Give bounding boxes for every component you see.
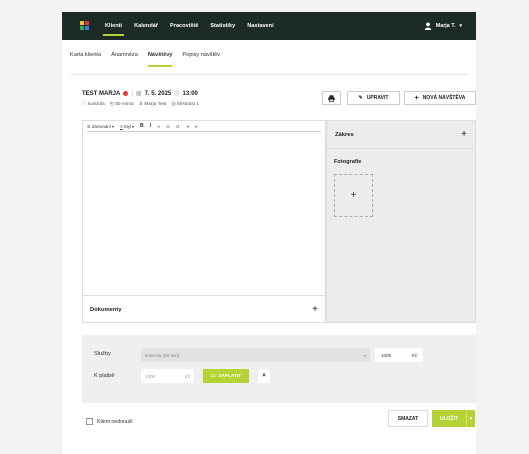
- cash-icon: ▭: [210, 373, 216, 379]
- billing-section: Služby kontrola (50 min) ▾ 1000 Kč K pla…: [82, 335, 476, 403]
- tab-anamneza[interactable]: Anamnéza: [111, 52, 138, 67]
- outdent-icon[interactable]: ⇤: [195, 124, 199, 129]
- visit-title: TEST MARJA | ▦ 7. 5. 2025 ◷ 13:00: [82, 90, 198, 98]
- bullet-list-icon[interactable]: ☷: [166, 124, 170, 129]
- bold-button[interactable]: B: [140, 123, 144, 129]
- chevron-down-icon: ▾: [363, 352, 366, 358]
- edit-button[interactable]: ✎ UPRAVIT: [347, 91, 400, 105]
- nav-item-kalendar[interactable]: Kalendář: [132, 12, 160, 40]
- location-icon: ◎: [171, 102, 176, 107]
- price-currency: Kč: [411, 352, 417, 358]
- visit-meta: ♡ kontrola ◴ 50 minut ♙ Marja Test ◎ Mís…: [82, 102, 199, 107]
- save-options-chevron-icon[interactable]: ▾: [466, 410, 475, 427]
- visit-type: kontrola: [87, 102, 105, 107]
- app-logo[interactable]: [80, 21, 90, 31]
- duration-icon: ◴: [109, 102, 114, 107]
- indent-icon[interactable]: ⇥: [186, 124, 190, 129]
- visit-staff: Marja Test: [144, 102, 167, 107]
- visit-room: Místnost 1: [176, 102, 200, 107]
- italic-button[interactable]: I: [150, 123, 151, 129]
- divider: |: [131, 90, 133, 97]
- to-pay-value: 1000: [145, 373, 156, 379]
- client-tabs: Karta klienta Anamnéza Návštěvy Popisy n…: [70, 52, 220, 67]
- price-input[interactable]: 1000 Kč: [375, 348, 423, 362]
- service-select[interactable]: kontrola (50 min) ▾: [141, 348, 370, 362]
- user-icon: [424, 22, 431, 30]
- to-pay-currency: Kč: [184, 373, 190, 379]
- no-show-label: Klient nedorazil: [97, 418, 133, 425]
- pay-button[interactable]: ▭ ZAPLATIT: [203, 369, 249, 383]
- style-dropdown[interactable]: A Styl ▾: [120, 124, 134, 129]
- plus-icon: +: [350, 190, 357, 201]
- clock-icon: ◷: [174, 91, 180, 97]
- add-document-button[interactable]: +: [312, 304, 318, 315]
- nav-item-klienti[interactable]: Klienti: [103, 12, 125, 40]
- user-menu[interactable]: Marja T. ▾: [424, 12, 462, 40]
- top-navigation: Klienti Kalendář Pracoviště Statistiky N…: [62, 12, 476, 40]
- editor-toolbar: ☰ Zarovnání ▾ A Styl ▾ B I ∞ ☷ ☷ ⇥ ⇤: [87, 121, 321, 132]
- add-photo-button[interactable]: +: [334, 174, 373, 217]
- visit-duration: 50 minut: [115, 102, 134, 107]
- edit-label: UPRAVIT: [366, 95, 389, 101]
- tab-divider: [70, 74, 468, 75]
- service-value: kontrola (50 min): [145, 352, 180, 358]
- main-content: Karta klienta Anamnéza Návštěvy Popisy n…: [62, 40, 476, 454]
- visit-date: 7. 5. 2025: [144, 90, 172, 97]
- price-value: 1000: [381, 352, 392, 358]
- no-show-checkbox[interactable]: Klient nedorazil: [86, 418, 132, 425]
- tag-icon: ♡: [82, 102, 87, 107]
- status-dot: [123, 91, 129, 96]
- procedure-header: Zákres +: [327, 121, 475, 149]
- side-panel: Zákres + Fotografie +: [326, 120, 476, 323]
- cancel-payment-button[interactable]: ×: [258, 369, 270, 383]
- pay-label: ZAPLATIT: [218, 373, 242, 379]
- numbered-list-icon[interactable]: ☷: [176, 124, 180, 129]
- documents-section: Dokumenty +: [82, 295, 326, 323]
- tab-karta-klienta[interactable]: Karta klienta: [70, 52, 101, 67]
- add-procedure-button[interactable]: +: [461, 129, 467, 140]
- services-label: Služby: [94, 351, 111, 357]
- align-icon: ☰: [87, 123, 91, 129]
- main-menu: Klienti Kalendář Pracoviště Statistiky N…: [103, 12, 276, 40]
- documents-title: Dokumenty: [90, 306, 122, 313]
- nav-item-statistiky[interactable]: Statistiky: [208, 12, 237, 40]
- pencil-icon: ✎: [358, 95, 363, 101]
- client-name: TEST MARJA: [82, 90, 121, 97]
- visit-time: 13:00: [182, 90, 198, 97]
- to-pay-label: K platbě: [94, 373, 115, 379]
- procedure-title: Zákres: [335, 131, 354, 138]
- to-pay-input[interactable]: 1000 Kč: [141, 369, 194, 383]
- photos-title: Fotografie: [334, 159, 362, 165]
- chevron-down-icon: ▾: [459, 23, 462, 29]
- save-label: ULOŽIT: [439, 415, 459, 422]
- new-visit-button[interactable]: + NOVÁ NÁVŠTĚVA: [404, 91, 476, 105]
- visit-notes-editor[interactable]: ☰ Zarovnání ▾ A Styl ▾ B I ∞ ☷ ☷ ⇥ ⇤: [82, 120, 326, 323]
- new-visit-label: NOVÁ NÁVŠTĚVA: [422, 95, 466, 101]
- text-color-icon: A: [120, 123, 123, 129]
- tab-popisy-navstev[interactable]: Popisy návštěv: [182, 52, 220, 67]
- print-button[interactable]: [322, 91, 341, 105]
- nav-item-pracoviste[interactable]: Pracoviště: [168, 12, 200, 40]
- format-dropdown[interactable]: ☰ Zarovnání ▾: [87, 124, 114, 129]
- plus-icon: +: [414, 94, 419, 102]
- save-button[interactable]: ULOŽIT ▾: [432, 410, 475, 427]
- delete-button[interactable]: SMAZAT: [388, 410, 428, 427]
- link-icon[interactable]: ∞: [157, 124, 160, 129]
- printer-icon: [328, 94, 335, 102]
- tab-navstevy[interactable]: Návštěvy: [147, 52, 172, 67]
- user-name: Marja T.: [435, 23, 456, 29]
- person-icon: ♙: [138, 102, 143, 107]
- nav-item-nastaveni[interactable]: Nastavení: [245, 12, 275, 40]
- close-icon: ×: [262, 373, 266, 379]
- calendar-icon: ▦: [135, 91, 142, 97]
- checkbox-box[interactable]: [86, 418, 93, 425]
